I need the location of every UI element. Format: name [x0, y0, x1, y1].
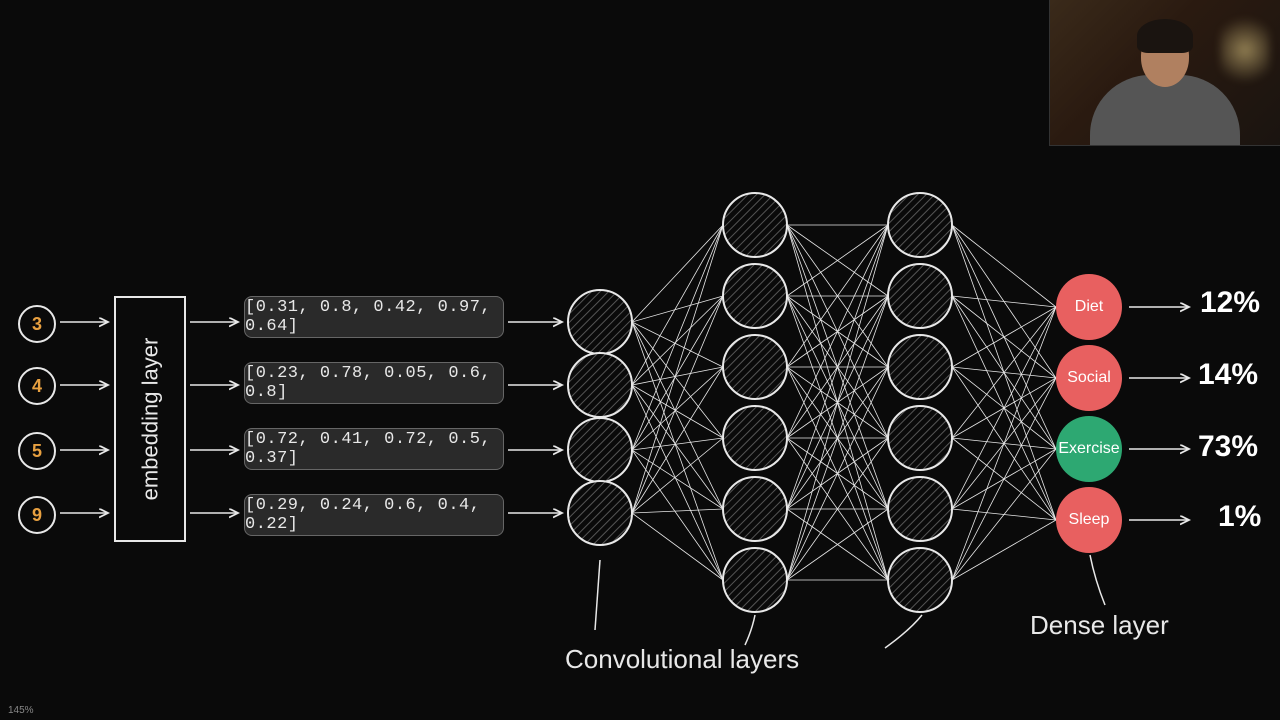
embedding-layer-box: embedding layer — [114, 296, 186, 542]
webcam-overlay — [1049, 0, 1280, 146]
dense-layer-label: Dense layer — [1030, 610, 1169, 641]
pct-sleep: 1% — [1218, 500, 1261, 534]
input-node-1: 4 — [18, 367, 56, 405]
output-social: Social — [1056, 345, 1122, 411]
embedding-vector-0: [0.31, 0.8, 0.42, 0.97, 0.64] — [244, 296, 504, 338]
output-diet: Diet — [1056, 274, 1122, 340]
embedding-vector-1: [0.23, 0.78, 0.05, 0.6, 0.8] — [244, 362, 504, 404]
output-sleep: Sleep — [1056, 487, 1122, 553]
output-exercise: Exercise — [1056, 416, 1122, 482]
pct-social: 14% — [1198, 358, 1258, 392]
conv-layers-label: Convolutional layers — [565, 644, 799, 675]
input-node-3: 9 — [18, 496, 56, 534]
input-node-2: 5 — [18, 432, 56, 470]
zoom-indicator: 145% — [8, 705, 34, 716]
pct-exercise: 73% — [1198, 430, 1258, 464]
embedding-vector-3: [0.29, 0.24, 0.6, 0.4, 0.22] — [244, 494, 504, 536]
embedding-vector-2: [0.72, 0.41, 0.72, 0.5, 0.37] — [244, 428, 504, 470]
input-node-0: 3 — [18, 305, 56, 343]
pct-diet: 12% — [1200, 286, 1260, 320]
